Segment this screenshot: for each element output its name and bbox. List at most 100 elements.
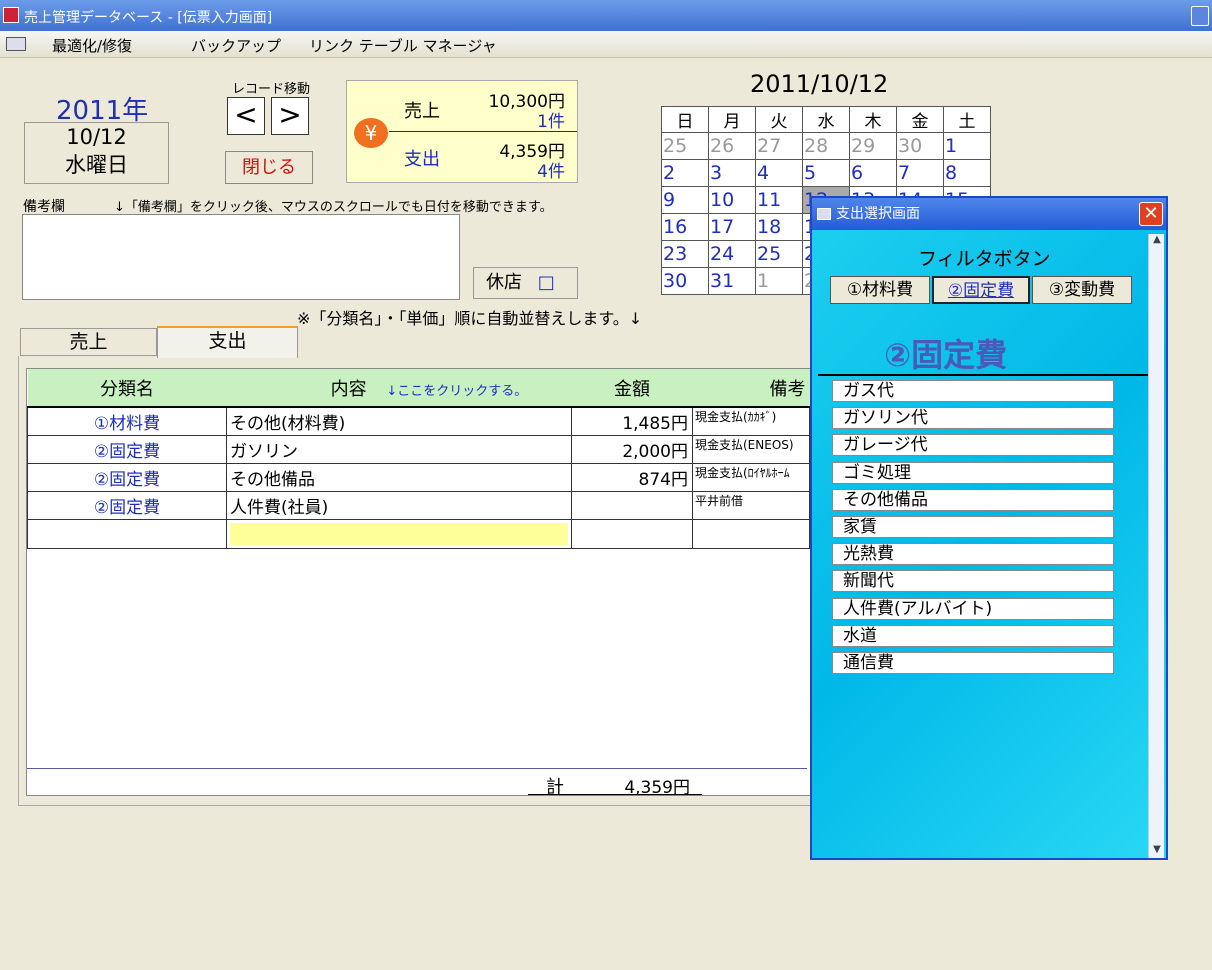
menu-backup[interactable]: バックアップ [191, 35, 281, 56]
expense-item[interactable]: 人件費(アルバイト) [832, 597, 1114, 620]
cell-content[interactable]: その他(材料費) [226, 406, 572, 436]
expense-item[interactable]: 通信費 [832, 652, 1114, 674]
filter-variable-button[interactable]: ③変動費 [1032, 276, 1132, 304]
calendar-day[interactable]: 6 [849, 159, 897, 187]
sales-label: 売上 [404, 101, 440, 122]
calendar-day[interactable]: 5 [802, 159, 850, 187]
cell-category[interactable]: ②固定費 [27, 434, 227, 464]
calendar-day[interactable]: 30 [661, 267, 709, 295]
header-content-label: 内容 [330, 378, 367, 400]
calendar-day[interactable]: 2 [661, 159, 709, 187]
new-record-row[interactable] [27, 518, 810, 549]
calendar-day[interactable]: 25 [755, 240, 803, 268]
expense-item[interactable]: ゴミ処理 [832, 461, 1114, 484]
cell-category[interactable]: ②固定費 [27, 490, 227, 520]
record-nav-label: レコード移動 [232, 82, 311, 97]
cell-note[interactable]: 平井前借 [692, 490, 810, 520]
calendar-day[interactable]: 3 [708, 159, 756, 187]
calendar-day[interactable]: 1 [943, 132, 991, 160]
close-button[interactable]: 閉じる [225, 151, 313, 184]
header-amount: 金額 [571, 369, 693, 408]
tab-sales[interactable]: 売上 [20, 328, 157, 356]
cell-note[interactable]: 現金支払(ﾛｲﾔﾙﾎｰﾑ [692, 462, 810, 492]
calendar-weekday: 土 [943, 106, 991, 133]
new-record-cell[interactable] [571, 518, 693, 549]
closed-checkbox[interactable]: 休店 □ [473, 267, 578, 299]
calendar-day[interactable]: 30 [896, 132, 944, 160]
calendar-day[interactable]: 8 [943, 159, 991, 187]
total-row: 計 4,359円 [528, 773, 702, 798]
prev-record-button[interactable]: < [227, 97, 265, 135]
filter-material-button[interactable]: ①材料費 [830, 276, 930, 304]
sort-hint: ※「分類名」・「単価」順に自動並替えします。↓ [297, 309, 643, 328]
calendar-day[interactable]: 9 [661, 186, 709, 214]
calendar-day[interactable]: 1 [755, 267, 803, 295]
calendar-day[interactable]: 18 [755, 213, 803, 241]
category-heading: ②固定費 [884, 336, 1008, 374]
expense-item[interactable]: その他備品 [832, 488, 1114, 511]
yen-icon: ¥ [354, 118, 388, 148]
menu-link-table-manager[interactable]: リンク テーブル マネージャ [309, 35, 497, 56]
expense-item[interactable]: ガソリン代 [832, 407, 1114, 430]
cell-amount[interactable]: 874円 [571, 462, 693, 492]
scrollbar[interactable]: ▲ ▼ [1148, 234, 1164, 858]
filter-fixed-button[interactable]: ②固定費 [932, 276, 1030, 304]
cell-content[interactable]: その他備品 [226, 462, 572, 492]
new-record-cell[interactable] [692, 518, 810, 549]
cell-category[interactable]: ②固定費 [27, 462, 227, 492]
calendar-day[interactable]: 17 [708, 213, 756, 241]
table-row[interactable]: ①材料費 その他(材料費) 1,485円 現金支払(ｶｶｷﾞ) [27, 406, 810, 436]
cell-content[interactable]: ガソリン [226, 434, 572, 464]
table-row[interactable]: ②固定費 その他備品 874円 現金支払(ﾛｲﾔﾙﾎｰﾑ [27, 462, 810, 492]
expense-item[interactable]: ガス代 [832, 380, 1114, 402]
calendar-day[interactable]: 7 [896, 159, 944, 187]
expense-grid: 分類名 内容 ↓ここをクリックする。 金額 備考 ①材料費 その他(材料費) 1,4… [27, 369, 810, 549]
tab-expense[interactable]: 支出 [157, 326, 298, 358]
notes-textarea[interactable] [22, 214, 460, 300]
header-content-hint: ↓ここをクリックする。 [386, 383, 528, 399]
total-label: 計 [546, 777, 564, 798]
cell-category[interactable]: ①材料費 [27, 406, 227, 436]
calendar-day[interactable]: 25 [661, 132, 709, 160]
calendar-day[interactable]: 28 [802, 132, 850, 160]
table-row[interactable]: ②固定費 人件費(社員) 平井前借 [27, 490, 810, 520]
cell-amount[interactable]: 2,000円 [571, 434, 693, 464]
cell-note[interactable]: 現金支払(ｶｶｷﾞ) [692, 406, 810, 436]
new-record-cell[interactable] [226, 518, 572, 549]
cell-amount[interactable] [571, 490, 693, 520]
calendar-day[interactable]: 26 [708, 132, 756, 160]
scroll-up-icon[interactable]: ▲ [1150, 234, 1164, 248]
expense-item[interactable]: 家賃 [832, 516, 1114, 538]
cell-note[interactable]: 現金支払(ENEOS) [692, 434, 810, 464]
expense-item[interactable]: 光熱費 [832, 543, 1114, 566]
calendar-day[interactable]: 27 [755, 132, 803, 160]
next-record-button[interactable]: > [271, 97, 309, 135]
calendar-day[interactable]: 29 [849, 132, 897, 160]
sales-count: 1件 [537, 112, 565, 132]
expense-item[interactable]: 水道 [832, 624, 1114, 647]
calendar-day[interactable]: 23 [661, 240, 709, 268]
minimize-button[interactable] [1191, 6, 1209, 26]
expense-item[interactable]: ガレージ代 [832, 434, 1114, 457]
calendar-day[interactable]: 4 [755, 159, 803, 187]
cell-content[interactable]: 人件費(社員) [226, 490, 572, 520]
closed-check-icon[interactable]: □ [538, 272, 555, 293]
calendar-day[interactable]: 16 [661, 213, 709, 241]
new-record-cell[interactable] [27, 518, 227, 549]
menu-optimize[interactable]: 最適化/修復 [52, 35, 132, 56]
expense-select-dialog: 支出選択画面 ✕ フィルタボタン ①材料費 ②固定費 ③変動費 ②固定費 ガス代… [810, 196, 1168, 860]
calendar-day[interactable]: 31 [708, 267, 756, 295]
table-row[interactable]: ②固定費 ガソリン 2,000円 現金支払(ENEOS) [27, 434, 810, 464]
close-icon[interactable]: ✕ [1139, 202, 1163, 226]
cell-amount[interactable]: 1,485円 [571, 406, 693, 436]
scroll-down-icon[interactable]: ▼ [1150, 844, 1164, 858]
menu-bar: 最適化/修復 バックアップ リンク テーブル マネージャ [0, 31, 1212, 58]
content-input[interactable] [230, 522, 568, 545]
calendar-weekday: 火 [755, 106, 803, 133]
calendar-day[interactable]: 24 [708, 240, 756, 268]
form-icon [6, 37, 26, 51]
calendar-day[interactable]: 10 [708, 186, 756, 214]
calendar-day[interactable]: 11 [755, 186, 803, 214]
expense-item[interactable]: 新聞代 [832, 570, 1114, 593]
filter-label: フィルタボタン [918, 248, 1051, 270]
